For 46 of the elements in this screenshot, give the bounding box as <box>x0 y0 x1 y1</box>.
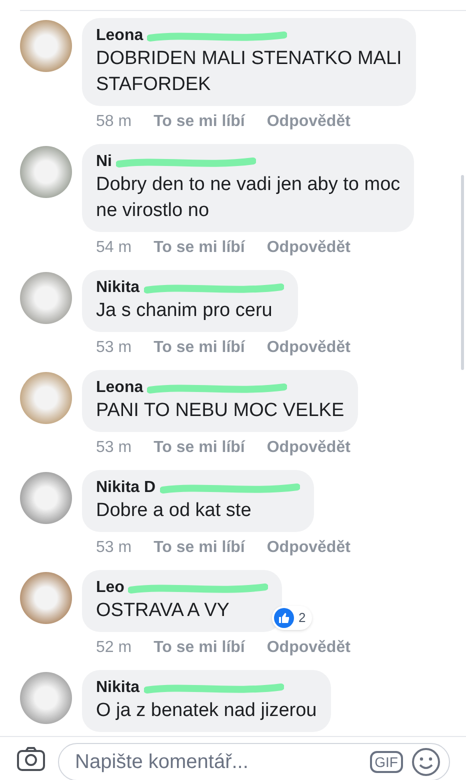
comment-text: Dobry den to ne vadi jen aby to moc ne virostlo no <box>96 173 400 223</box>
author-name[interactable]: Leo <box>96 578 124 598</box>
reply-link[interactable]: Odpovědět <box>266 338 350 358</box>
avatar[interactable] <box>20 372 72 424</box>
timestamp: 53 m <box>96 338 132 358</box>
comment-text: Dobre a od kat ste <box>96 499 252 523</box>
reaction-badge[interactable]: 2 <box>272 606 312 630</box>
like-link[interactable]: To se mi líbí <box>154 638 245 658</box>
like-link[interactable]: To se mi líbí <box>154 538 245 558</box>
timestamp: 54 m <box>96 238 132 258</box>
emoji-icon[interactable] <box>411 746 441 776</box>
reply-link[interactable]: Odpovědět <box>266 638 350 658</box>
comment-text: OSTRAVA A VY <box>96 599 230 623</box>
timestamp: 53 m <box>96 438 132 458</box>
comment-text: Ja s chanim pro ceru <box>96 299 274 323</box>
reply-link[interactable]: Odpovědět <box>266 112 350 132</box>
thumbs-up-icon <box>274 608 294 628</box>
author-name[interactable]: Ni <box>96 152 112 172</box>
avatar[interactable] <box>20 146 72 198</box>
reply-link[interactable]: Odpovědět <box>266 238 350 258</box>
comment-field[interactable]: Napište komentář... GIF <box>58 742 450 780</box>
timestamp: 52 m <box>96 638 132 658</box>
reply-link[interactable]: Odpovědět <box>266 438 350 458</box>
gif-button[interactable]: GIF <box>370 750 403 772</box>
like-link[interactable]: To se mi líbí <box>154 438 245 458</box>
reaction-count: 2 <box>298 609 306 628</box>
like-link[interactable]: To se mi líbí <box>154 112 245 132</box>
reply-link[interactable]: Odpovědět <box>266 538 350 558</box>
camera-icon[interactable] <box>16 746 46 772</box>
avatar[interactable] <box>20 572 72 624</box>
author-name[interactable]: Nikita <box>96 678 140 698</box>
comment-text: PANI TO NEBU MOC VELKE <box>96 399 344 423</box>
comment-text: DOBRIDEN MALI STENATKO MALI STAFORDEK <box>96 47 402 97</box>
avatar[interactable] <box>20 672 72 724</box>
timestamp: 53 m <box>96 538 132 558</box>
avatar[interactable] <box>20 272 72 324</box>
author-name[interactable]: Nikita <box>96 278 140 298</box>
timestamp: 58 m <box>96 112 132 132</box>
author-name[interactable]: Leona <box>96 26 144 46</box>
avatar[interactable] <box>20 20 72 72</box>
like-link[interactable]: To se mi líbí <box>154 338 245 358</box>
like-link[interactable]: To se mi líbí <box>154 238 245 258</box>
avatar[interactable] <box>20 472 72 524</box>
author-name[interactable]: Leona <box>96 378 144 398</box>
author-name[interactable]: Nikita D <box>96 478 156 498</box>
comment-text: O ja z benatek nad jizerou <box>96 699 317 723</box>
